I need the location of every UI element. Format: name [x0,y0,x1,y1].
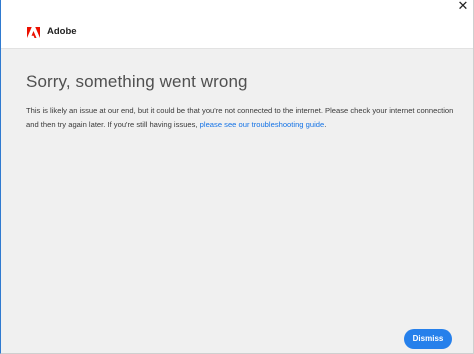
close-icon[interactable]: ✕ [455,0,471,16]
adobe-logo-icon [27,27,40,38]
brand-name: Adobe [47,26,77,37]
error-title: Sorry, something went wrong [26,72,248,91]
title-bar: ✕ [1,0,473,16]
dismiss-button[interactable]: Dismiss [404,329,452,349]
dialog-header: Adobe [1,16,473,49]
error-message-end: . [324,119,327,129]
troubleshooting-link[interactable]: please see our troubleshooting guide [200,120,325,129]
error-message: This is likely an issue at our end, but … [26,104,466,131]
error-dialog-window: ✕ Adobe Sorry, something went wrong This… [0,0,474,354]
